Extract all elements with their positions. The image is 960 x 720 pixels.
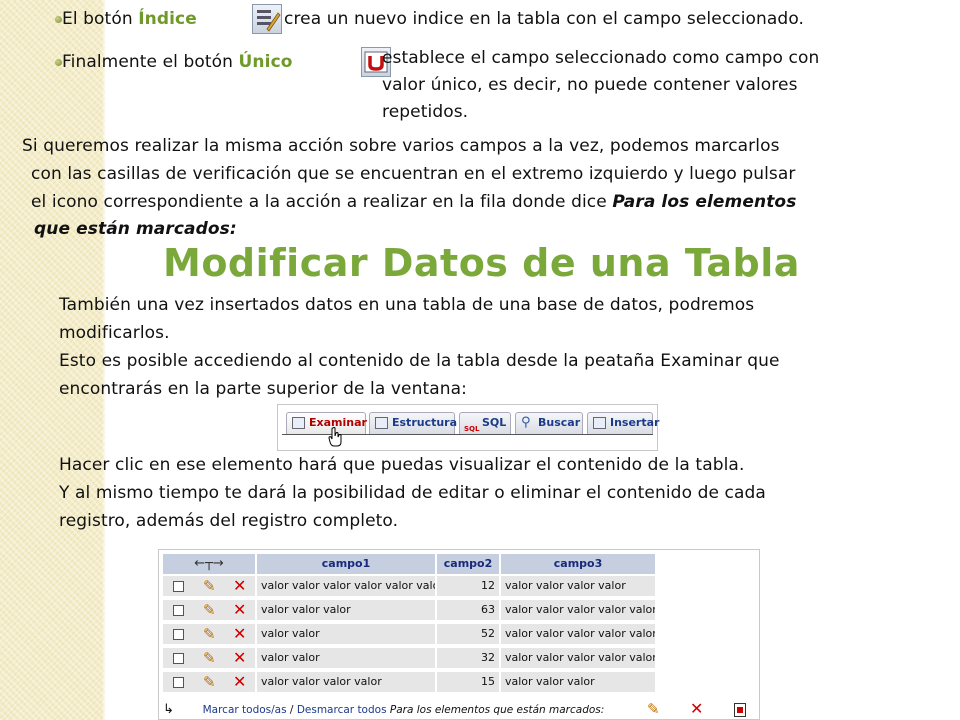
cell-campo3: valor valor valor valor valor (501, 648, 655, 668)
cell-campo1: valor valor valor valor (257, 672, 435, 692)
arrow-up-icon: ↳ (163, 702, 174, 717)
tab-buscar-label: Buscar (538, 416, 581, 429)
row-checkbox[interactable] (173, 677, 184, 688)
cell-campo2: 52 (437, 624, 499, 644)
pencil-icon[interactable]: ✎ (203, 624, 216, 644)
table-row: ✎ ✕ valor valor valor 63 valor valor valor v… (163, 600, 657, 620)
section-line-7: registro, además del registro completo. (59, 511, 399, 531)
cell-campo3: valor valor valor valor valor (501, 624, 655, 644)
column-header-campo1[interactable]: campo1 (257, 554, 435, 574)
column-resize-icon: ←┬→ (194, 556, 224, 571)
index-icon (252, 4, 282, 34)
paragraph-line-1: Si queremos realizar la misma acción sob… (22, 136, 780, 156)
table-row: ✎ ✕ valor valor 52 valor valor valor valor v… (163, 624, 657, 644)
unico-label: Finalmente el botón Único (62, 49, 293, 75)
tab-estructura-label: Estructura (392, 416, 458, 429)
unico-description-3: repetidos. (382, 102, 469, 122)
table-header-controls: ←┬→ (163, 554, 255, 574)
row-controls: ✎ ✕ (163, 576, 255, 596)
table-footer: ↳ Marcar todos/as / Desmarcar todos Para… (163, 701, 604, 719)
tab-sql-label: SQL (482, 416, 507, 429)
hand-cursor-icon (328, 427, 342, 447)
search-icon: ⚲ (521, 415, 531, 430)
delete-x-icon[interactable]: ✕ (690, 699, 703, 719)
section-line-2: modificarlos. (59, 323, 170, 343)
tab-examinar[interactable]: Examinar (286, 412, 367, 434)
row-checkbox[interactable] (173, 581, 184, 592)
cell-campo3: valor valor valor valor (501, 576, 655, 596)
table-row: ✎ ✕ valor valor 32 valor valor valor valor v… (163, 648, 657, 668)
cell-campo1: valor valor (257, 648, 435, 668)
delete-x-icon[interactable]: ✕ (233, 648, 246, 668)
cell-campo2: 63 (437, 600, 499, 620)
indice-label: El botón Índice (62, 6, 197, 32)
cell-campo2: 12 (437, 576, 499, 596)
pencil-icon[interactable]: ✎ (203, 600, 216, 620)
row-controls: ✎ ✕ (163, 672, 255, 692)
row-checkbox[interactable] (173, 653, 184, 664)
column-header-campo3[interactable]: campo3 (501, 554, 655, 574)
tab-estructura[interactable]: Estructura (369, 412, 458, 434)
section-line-3: Esto es posible accediendo al contenido … (59, 351, 780, 371)
pencil-icon[interactable]: ✎ (203, 648, 216, 668)
section-line-4: encontrarás en la parte superior de la v… (59, 379, 467, 399)
row-controls: ✎ ✕ (163, 648, 255, 668)
section-line-1: También una vez insertados datos en una … (59, 295, 755, 315)
cell-campo2: 15 (437, 672, 499, 692)
row-controls: ✎ ✕ (163, 624, 255, 644)
delete-x-icon[interactable]: ✕ (233, 624, 246, 644)
tab-insertar-label: Insertar (610, 416, 660, 429)
cell-campo2: 32 (437, 648, 499, 668)
cell-campo1: valor valor valor valor valor valor (257, 576, 435, 596)
paragraph-line-3: el icono correspondiente a la acción a r… (31, 189, 796, 215)
row-checkbox[interactable] (173, 629, 184, 640)
column-header-campo2[interactable]: campo2 (437, 554, 499, 574)
unico-word: Único (238, 52, 293, 72)
delete-x-icon[interactable]: ✕ (233, 576, 246, 596)
row-checkbox[interactable] (173, 605, 184, 616)
insert-icon (593, 417, 606, 429)
tab-sql[interactable]: SQL SQL (459, 412, 511, 434)
tab-buscar[interactable]: ⚲ Buscar (515, 412, 583, 434)
bullet (55, 59, 62, 66)
unico-description-1: establece el campo seleccionado como cam… (382, 48, 820, 68)
unico-prefix: Finalmente el botón (62, 52, 239, 72)
export-icon[interactable] (734, 703, 746, 717)
pencil-icon[interactable]: ✎ (647, 699, 660, 719)
pencil-icon[interactable]: ✎ (203, 672, 216, 692)
section-line-5: Hacer clic en ese elemento hará que pued… (59, 455, 745, 475)
indice-description: crea un nuevo indice en la tabla con el … (284, 9, 805, 29)
cell-campo1: valor valor (257, 624, 435, 644)
section-heading: Modificar Datos de una Tabla (163, 241, 800, 285)
cell-campo3: valor valor valor valor valor (501, 600, 655, 620)
selected-items-label: Para los elementos que están marcados: (389, 704, 605, 716)
sql-icon: SQL (464, 425, 480, 433)
section-line-6: Y al mismo tiempo te dará la posibilidad… (59, 483, 766, 503)
table-row: ✎ ✕ valor valor valor valor valor valor 12 v… (163, 576, 657, 596)
indice-prefix: El botón (62, 9, 139, 29)
delete-x-icon[interactable]: ✕ (233, 600, 246, 620)
structure-icon (375, 417, 388, 429)
row-controls: ✎ ✕ (163, 600, 255, 620)
paragraph-line-3-text: el icono correspondiente a la acción a r… (31, 192, 613, 212)
mark-all-link[interactable]: Marcar todos/as (203, 704, 287, 716)
tab-insertar[interactable]: Insertar (587, 412, 659, 434)
paragraph-line-2: con las casillas de verificación que se … (31, 164, 796, 184)
delete-x-icon[interactable]: ✕ (233, 672, 246, 692)
unico-description-2: valor único, es decir, no puede contener… (382, 75, 798, 95)
paragraph-line-3-emphasis: Para los elementos (612, 192, 797, 212)
data-table: ←┬→ campo1 campo2 campo3 ✎ ✕ valor valor v… (158, 549, 760, 720)
unmark-all-link[interactable]: Desmarcar todos (297, 704, 387, 716)
indice-word: Índice (138, 9, 197, 29)
browse-icon (292, 417, 305, 429)
pencil-icon[interactable]: ✎ (203, 576, 216, 596)
phpmyadmin-tab-bar: Examinar Estructura SQL SQL ⚲ Buscar Ins… (277, 404, 659, 451)
table-row: ✎ ✕ valor valor valor valor 15 valor valor v… (163, 672, 657, 692)
bullet (55, 16, 62, 23)
paragraph-line-4: que están marcados: (34, 219, 237, 239)
footer-separator: / (286, 704, 297, 716)
cell-campo1: valor valor valor (257, 600, 435, 620)
cell-campo3: valor valor valor (501, 672, 655, 692)
